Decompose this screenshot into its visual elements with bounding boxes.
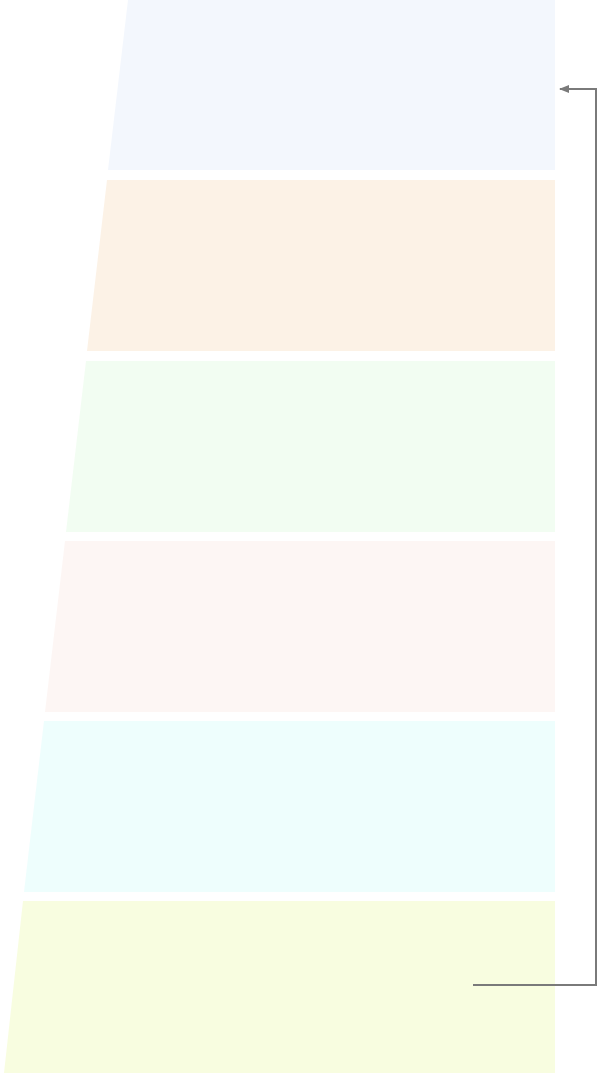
layer-band-5: [24, 721, 555, 892]
stacked-layers-diagram: [4, 0, 597, 1073]
layer-bands: [4, 0, 555, 1073]
layer-band-1: [108, 0, 555, 170]
layer-band-4: [45, 541, 555, 712]
layer-band-6: [4, 901, 555, 1073]
layer-band-3: [66, 361, 555, 532]
layer-band-2: [87, 180, 555, 351]
